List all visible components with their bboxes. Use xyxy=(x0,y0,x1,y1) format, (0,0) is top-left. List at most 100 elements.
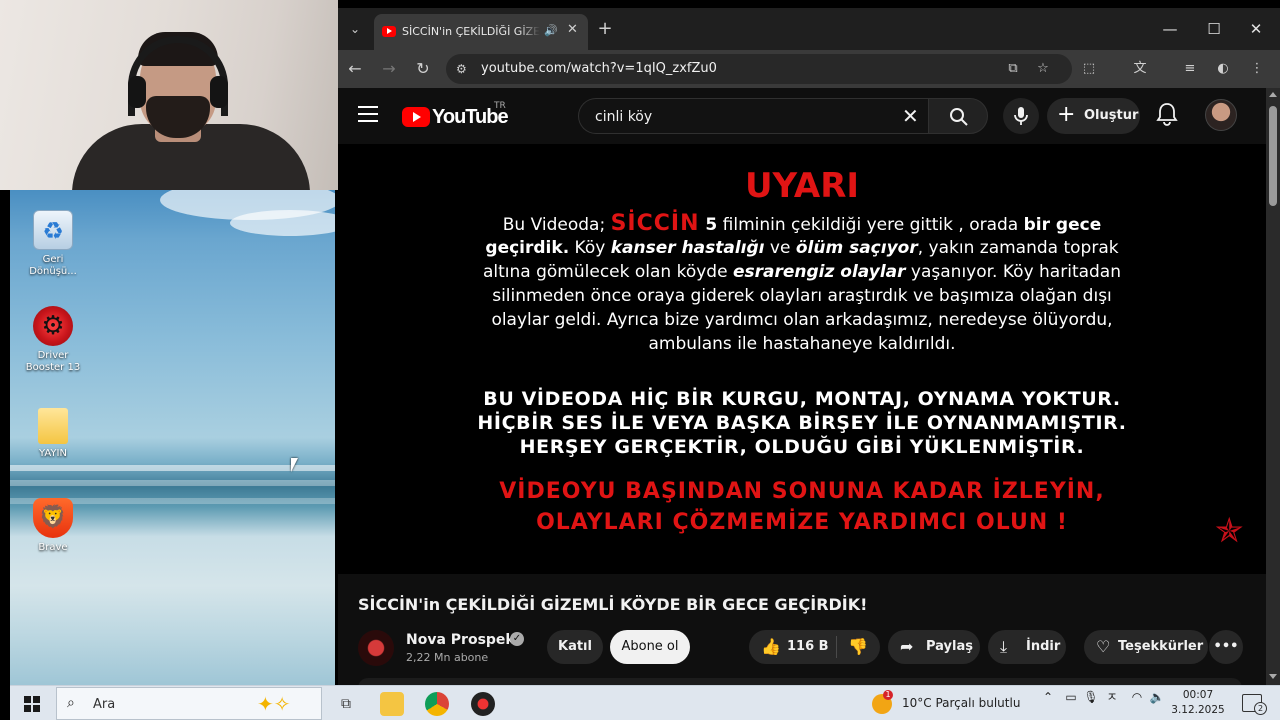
file-explorer-icon[interactable] xyxy=(380,692,404,716)
desktop-icon-label: Driver Booster 13 xyxy=(25,350,81,373)
warning-title: UYARI xyxy=(744,166,860,206)
copilot-sparkle-icon: ✦✧ xyxy=(257,692,291,716)
create-button[interactable]: + Oluştur xyxy=(1047,98,1140,134)
wifi-icon[interactable]: ◠ xyxy=(1128,688,1146,706)
system-clock[interactable]: 00:07 3.12.2025 xyxy=(1166,688,1230,718)
desktop-icon-label: YAYIN xyxy=(39,448,67,459)
scroll-up-arrow-icon[interactable] xyxy=(1269,92,1277,97)
overlay-line-1: Bu Videoda; SİCCİN 5 filminin çekildiği … xyxy=(502,211,1102,236)
tab-audio-icon[interactable]: 🔊 xyxy=(544,24,558,37)
language-icon[interactable]: ㅈ xyxy=(1103,688,1121,706)
like-count[interactable]: 116 B xyxy=(787,630,829,664)
overlay-caps-2: HİÇBİR SES İLE VEYA BAŞKA BİRŞEY İLE OYN… xyxy=(477,412,1127,434)
thumbs-up-icon[interactable]: 👍 xyxy=(761,630,781,664)
bookmark-star-icon[interactable]: ☆ xyxy=(1034,60,1052,78)
tray-chevron-up-icon[interactable]: ⌃ xyxy=(1039,688,1057,706)
desktop-icon-recycle-bin[interactable]: Geri Dönüşü... xyxy=(18,210,88,278)
download-icon: ⤓ xyxy=(1000,637,1008,656)
search-input[interactable]: cinli köy ✕ xyxy=(578,98,928,134)
overlay-line-4: silinmeden önce oraya giderek olayları a… xyxy=(492,286,1112,306)
desktop-icon-label: Brave xyxy=(38,542,68,553)
youtube-favicon-icon xyxy=(382,26,396,37)
tab-title: SİCCİN'in ÇEKİLDİĞİ GİZEMLİ KÖYDE BİR GE… xyxy=(402,25,540,38)
plus-icon: + xyxy=(1057,102,1076,127)
search-icon: ⌕ xyxy=(67,695,75,711)
close-window-button[interactable]: ✕ xyxy=(1236,16,1276,42)
desktop-icon-folder-yayin[interactable]: YAYIN xyxy=(18,408,88,460)
thumbs-down-icon[interactable]: 👎 xyxy=(848,630,868,664)
taskbar-search-input[interactable]: ⌕ Ara ✦✧ xyxy=(56,687,322,720)
more-actions-icon[interactable]: ••• xyxy=(1209,630,1243,664)
channel-name[interactable]: Nova Prospekt xyxy=(406,631,521,649)
scroll-down-arrow-icon[interactable] xyxy=(1269,674,1277,679)
subscribe-button[interactable]: Abone ol xyxy=(610,630,690,664)
account-avatar[interactable] xyxy=(1205,99,1237,131)
region-label: TR xyxy=(494,101,506,111)
thanks-button[interactable]: ♡ Teşekkürler xyxy=(1084,630,1208,664)
overlay-line-6: ambulans ile hastahaneye kaldırıldı. xyxy=(648,334,956,354)
microphone-icon[interactable]: 🎙 xyxy=(1082,688,1100,706)
back-arrow-icon[interactable]: ← xyxy=(344,58,366,80)
scroll-thumb[interactable] xyxy=(1269,106,1277,206)
webcam-overlay xyxy=(0,0,338,190)
browser-toolbar: ← → ↻ ⚙ youtube.com/watch?v=1qIQ_zxfZu0 … xyxy=(338,50,1280,88)
profile-icon[interactable]: ◐ xyxy=(1212,58,1234,80)
video-player[interactable]: UYARI Bu Videoda; SİCCİN 5 filminin çeki… xyxy=(338,144,1266,574)
volume-icon[interactable]: 🔈 xyxy=(1148,688,1166,706)
search-button[interactable] xyxy=(928,98,988,134)
taskbar-search-placeholder: Ara xyxy=(93,697,116,712)
desktop-icon-label: Geri Dönüşü... xyxy=(29,254,77,277)
verified-check-icon: ✓ xyxy=(510,632,524,646)
download-button[interactable]: ⤓ İndir xyxy=(988,630,1066,664)
site-settings-icon[interactable]: ⚙ xyxy=(456,62,470,76)
video-title: SİCCİN'in ÇEKİLDİĞİ GİZEMLİ KÖYDE BİR GE… xyxy=(358,595,868,614)
minimize-button[interactable]: — xyxy=(1150,16,1190,42)
share-button[interactable]: ➦ Paylaş xyxy=(888,630,980,664)
address-bar[interactable]: ⚙ youtube.com/watch?v=1qIQ_zxfZu0 ⧉ ☆ xyxy=(446,54,1072,84)
clear-search-icon[interactable]: ✕ xyxy=(902,105,919,127)
channel-avatar[interactable] xyxy=(358,630,394,666)
like-dislike-group: 👍 116 B 👎 xyxy=(749,630,880,664)
tab-bar: ⌄ SİCCİN'in ÇEKİLDİĞİ GİZEMLİ KÖYDE BİR … xyxy=(338,8,1280,50)
taskbar: ⌕ Ara ✦✧ ⧉ 1 10°C Parçalı bulutlu ⌃ ▭ 🎙 … xyxy=(10,685,1280,720)
forward-arrow-icon[interactable]: → xyxy=(378,58,400,80)
obs-icon[interactable] xyxy=(471,692,495,716)
screen: Geri Dönüşü... Driver Booster 13 YAYIN B… xyxy=(0,0,1280,720)
microphone-icon xyxy=(1014,107,1028,125)
hamburger-menu-icon[interactable] xyxy=(358,106,378,122)
browser-tab[interactable]: SİCCİN'in ÇEKİLDİĞİ GİZEMLİ KÖYDE BİR GE… xyxy=(374,14,588,50)
reload-icon[interactable]: ↻ xyxy=(412,58,434,80)
media-control-icon[interactable]: ≡ xyxy=(1179,58,1201,80)
driver-booster-icon xyxy=(33,306,73,346)
search-icon xyxy=(950,108,968,126)
overlay-line-3: altına gömülecek olan köyde esrarengiz o… xyxy=(482,262,1122,282)
browser-menu-icon[interactable]: ⋮ xyxy=(1246,58,1268,80)
chrome-icon[interactable] xyxy=(425,692,449,716)
notifications-bell-icon[interactable] xyxy=(1156,102,1180,130)
tray-app-icon[interactable]: ▭ xyxy=(1062,688,1080,706)
voice-search-button[interactable] xyxy=(1003,98,1039,134)
join-button[interactable]: Katıl xyxy=(547,630,603,664)
notification-center-icon[interactable]: 2 xyxy=(1242,694,1267,715)
desktop-icon-brave[interactable]: Brave xyxy=(18,498,88,554)
task-view-icon[interactable]: ⧉ xyxy=(334,692,358,716)
subscriber-count: 2,22 Mn abone xyxy=(406,651,489,664)
overlay-caps-3: HERŞEY GERÇEKTİR, OLDUĞU GİBİ YÜKLENMİŞT… xyxy=(519,436,1085,458)
weather-alert-badge: 1 xyxy=(883,690,893,700)
install-app-icon[interactable]: ⧉ xyxy=(1004,60,1022,78)
overlay-caps-1: BU VİDEODA HİÇ BİR KURGU, MONTAJ, OYNAMA… xyxy=(483,388,1121,410)
desktop-icon-driver-booster[interactable]: Driver Booster 13 xyxy=(18,306,88,374)
youtube-header: YouTube TR cinli köy ✕ + Oluştur xyxy=(338,88,1266,144)
maximize-button[interactable]: ☐ xyxy=(1194,16,1234,42)
translate-icon[interactable]: 文 xyxy=(1129,58,1151,80)
youtube-play-icon xyxy=(402,107,430,127)
tab-search-chevron-icon[interactable]: ⌄ xyxy=(344,18,366,40)
windows-start-icon[interactable] xyxy=(24,696,40,712)
new-tab-button[interactable]: + xyxy=(594,18,616,40)
page-scrollbar[interactable] xyxy=(1266,88,1280,685)
tab-close-icon[interactable]: ✕ xyxy=(567,22,578,37)
create-label: Oluştur xyxy=(1084,108,1139,123)
extensions-icon[interactable]: ⬚ xyxy=(1078,58,1100,80)
desktop: Geri Dönüşü... Driver Booster 13 YAYIN B… xyxy=(10,190,335,685)
browser-window: ⌄ SİCCİN'in ÇEKİLDİĞİ GİZEMLİ KÖYDE BİR … xyxy=(338,8,1280,685)
